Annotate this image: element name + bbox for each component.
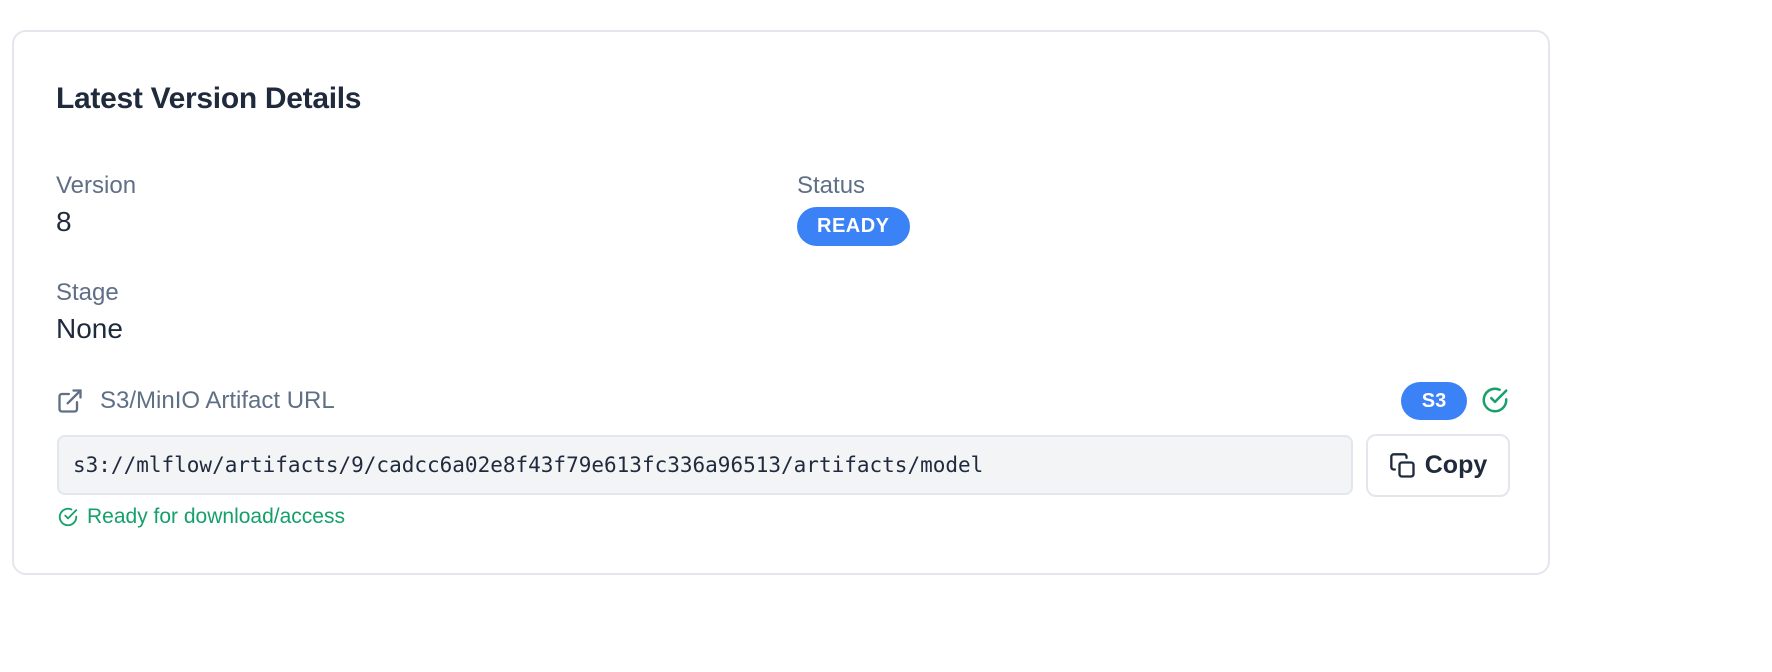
stage-value: None — [56, 313, 123, 344]
check-circle-icon — [1480, 385, 1510, 415]
artifact-url-header: S3/MinIO Artifact URL — [56, 384, 335, 418]
artifact-url-field[interactable]: s3://mlflow/artifacts/9/cadcc6a02e8f43f7… — [57, 435, 1353, 495]
card-title: Latest Version Details — [56, 82, 362, 115]
version-label: Version — [56, 172, 137, 199]
ready-status-note: Ready for download/access — [57, 505, 345, 529]
copy-button[interactable]: Copy — [1366, 434, 1510, 497]
stage-label: Stage — [56, 279, 119, 306]
status-badge: READY — [797, 207, 910, 246]
copy-button-label: Copy — [1424, 451, 1488, 479]
storage-type-badge: S3 — [1401, 382, 1467, 420]
version-details-card: Latest Version Details Version 8 Status … — [12, 30, 1550, 575]
copy-icon — [1389, 452, 1417, 480]
check-circle-small-icon — [57, 506, 79, 528]
status-label: Status — [797, 172, 866, 199]
artifact-url-label: S3/MinIO Artifact URL — [100, 387, 335, 414]
ready-message: Ready for download/access — [87, 505, 345, 528]
version-value: 8 — [56, 206, 72, 237]
external-link-icon[interactable] — [56, 387, 84, 415]
